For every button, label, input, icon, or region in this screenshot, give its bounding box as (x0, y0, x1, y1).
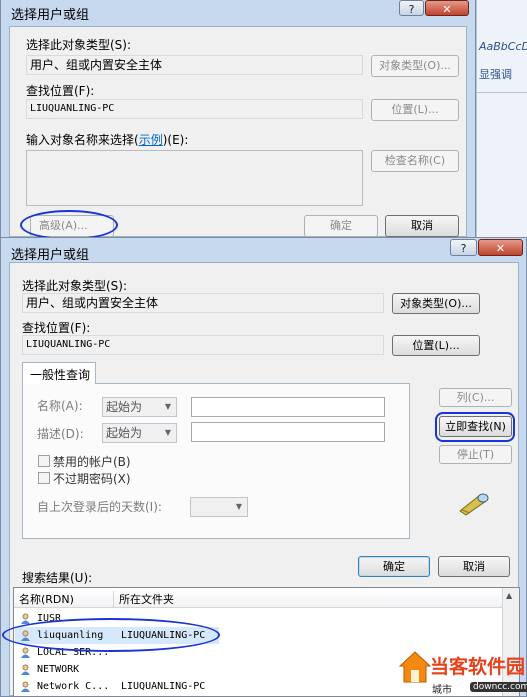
scroll-up-icon[interactable]: ▲ (506, 591, 512, 600)
house-logo-icon (398, 650, 432, 684)
front-locations-button[interactable]: 位置(L)... (392, 335, 480, 356)
example-link[interactable]: 示例 (139, 133, 163, 147)
back-object-types-button[interactable]: 对象类型(O)... (371, 55, 459, 77)
front-location-label: 查找位置(F): (22, 321, 91, 335)
columns-button[interactable]: 列(C)... (439, 388, 512, 407)
style-name-text: 显强调 (479, 68, 512, 81)
name-label: 名称(A): (37, 399, 83, 413)
desc-label: 描述(D): (37, 427, 84, 441)
result-name: Network C... (37, 681, 110, 692)
annotation-circle-liuquanling (2, 618, 220, 652)
enter-names-label-post: )(E): (162, 133, 189, 147)
name-combo-value: 起始为 (106, 400, 143, 414)
watermark: 当客软件园 城市 downcc.com (392, 648, 527, 697)
front-object-type-field: 用户、组或内置安全主体 (22, 293, 384, 313)
desc-combo-value: 起始为 (106, 426, 143, 440)
results-header: 名称(RDN) 所在文件夹 (14, 588, 519, 608)
watermark-sub: 城市 (432, 685, 452, 696)
style-preview-text: AaBbCcDd (479, 40, 527, 53)
annotation-circle-advanced (20, 210, 118, 240)
enter-names-label-pre: 输入对象名称来选择( (26, 133, 139, 147)
back-location-label: 查找位置(F): (26, 84, 95, 98)
back-dialog-title: 选择用户或组 (11, 8, 90, 23)
tab-general-query-label: 一般性查询 (30, 368, 91, 382)
back-cancel-button[interactable]: 取消 (385, 215, 459, 237)
non-expiring-label: 不过期密码(X) (53, 472, 131, 486)
column-header-name[interactable]: 名称(RDN) (19, 591, 114, 607)
back-names-textarea[interactable] (26, 150, 363, 206)
back-enter-names-label: 输入对象名称来选择(示例)(E): (26, 131, 188, 148)
ribbon-divider (477, 92, 527, 93)
days-combo[interactable]: ▼ (190, 497, 248, 517)
back-close-button[interactable]: ✕ (425, 0, 469, 16)
user-icon (20, 613, 31, 624)
disabled-accounts-checkbox[interactable] (38, 455, 50, 467)
background-app-strip: AaBbCcDd 显强调 (476, 0, 527, 240)
column-header-folder[interactable]: 所在文件夹 (119, 591, 174, 607)
back-object-type-field: 用户、组或内置安全主体 (26, 55, 363, 75)
desc-input[interactable] (191, 422, 385, 442)
front-close-button[interactable]: ✕ (478, 239, 523, 256)
chevron-down-icon: ▼ (164, 402, 172, 411)
search-results-label: 搜索结果(U): (22, 571, 93, 585)
result-name: NETWORK (37, 664, 80, 675)
stop-button[interactable]: 停止(T) (439, 445, 512, 464)
back-location-field: LIUQUANLING-PC (26, 99, 363, 119)
days-since-login-label: 自上次登录后的天数(I): (37, 500, 162, 514)
result-folder: LIUQUANLING-PC (121, 681, 206, 692)
back-locations-button[interactable]: 位置(L)... (371, 99, 459, 121)
annotation-circle-find-now (435, 412, 515, 442)
back-check-names-button[interactable]: 检查名称(C) (371, 150, 459, 172)
chevron-down-icon: ▼ (235, 502, 243, 511)
front-ok-button[interactable]: 确定 (358, 556, 430, 577)
back-help-button[interactable]: ? (399, 0, 424, 16)
front-object-type-label: 选择此对象类型(S): (22, 279, 128, 293)
front-help-button[interactable]: ? (450, 239, 477, 256)
name-combo[interactable]: 起始为 ▼ (102, 397, 177, 417)
disabled-accounts-label: 禁用的帐户(B) (53, 455, 131, 469)
front-location-field: LIUQUANLING-PC (22, 335, 384, 355)
name-input[interactable] (191, 397, 385, 417)
search-flashlight-icon (456, 489, 492, 517)
watermark-url: downcc.com (470, 682, 527, 692)
front-object-types-button[interactable]: 对象类型(O)... (392, 293, 480, 314)
tab-general-query[interactable]: 一般性查询 (22, 362, 96, 384)
back-ok-button[interactable]: 确定 (304, 215, 378, 237)
non-expiring-checkbox[interactable] (38, 472, 50, 484)
desc-combo[interactable]: 起始为 ▼ (102, 423, 177, 443)
user-icon (20, 647, 31, 658)
front-cancel-button[interactable]: 取消 (438, 556, 510, 577)
watermark-brand: 当客软件园 (430, 656, 526, 678)
back-object-type-label: 选择此对象类型(S): (26, 38, 132, 52)
front-dialog-title: 选择用户或组 (11, 248, 90, 263)
chevron-down-icon: ▼ (164, 428, 172, 437)
user-icon (20, 681, 31, 692)
user-icon (20, 664, 31, 675)
